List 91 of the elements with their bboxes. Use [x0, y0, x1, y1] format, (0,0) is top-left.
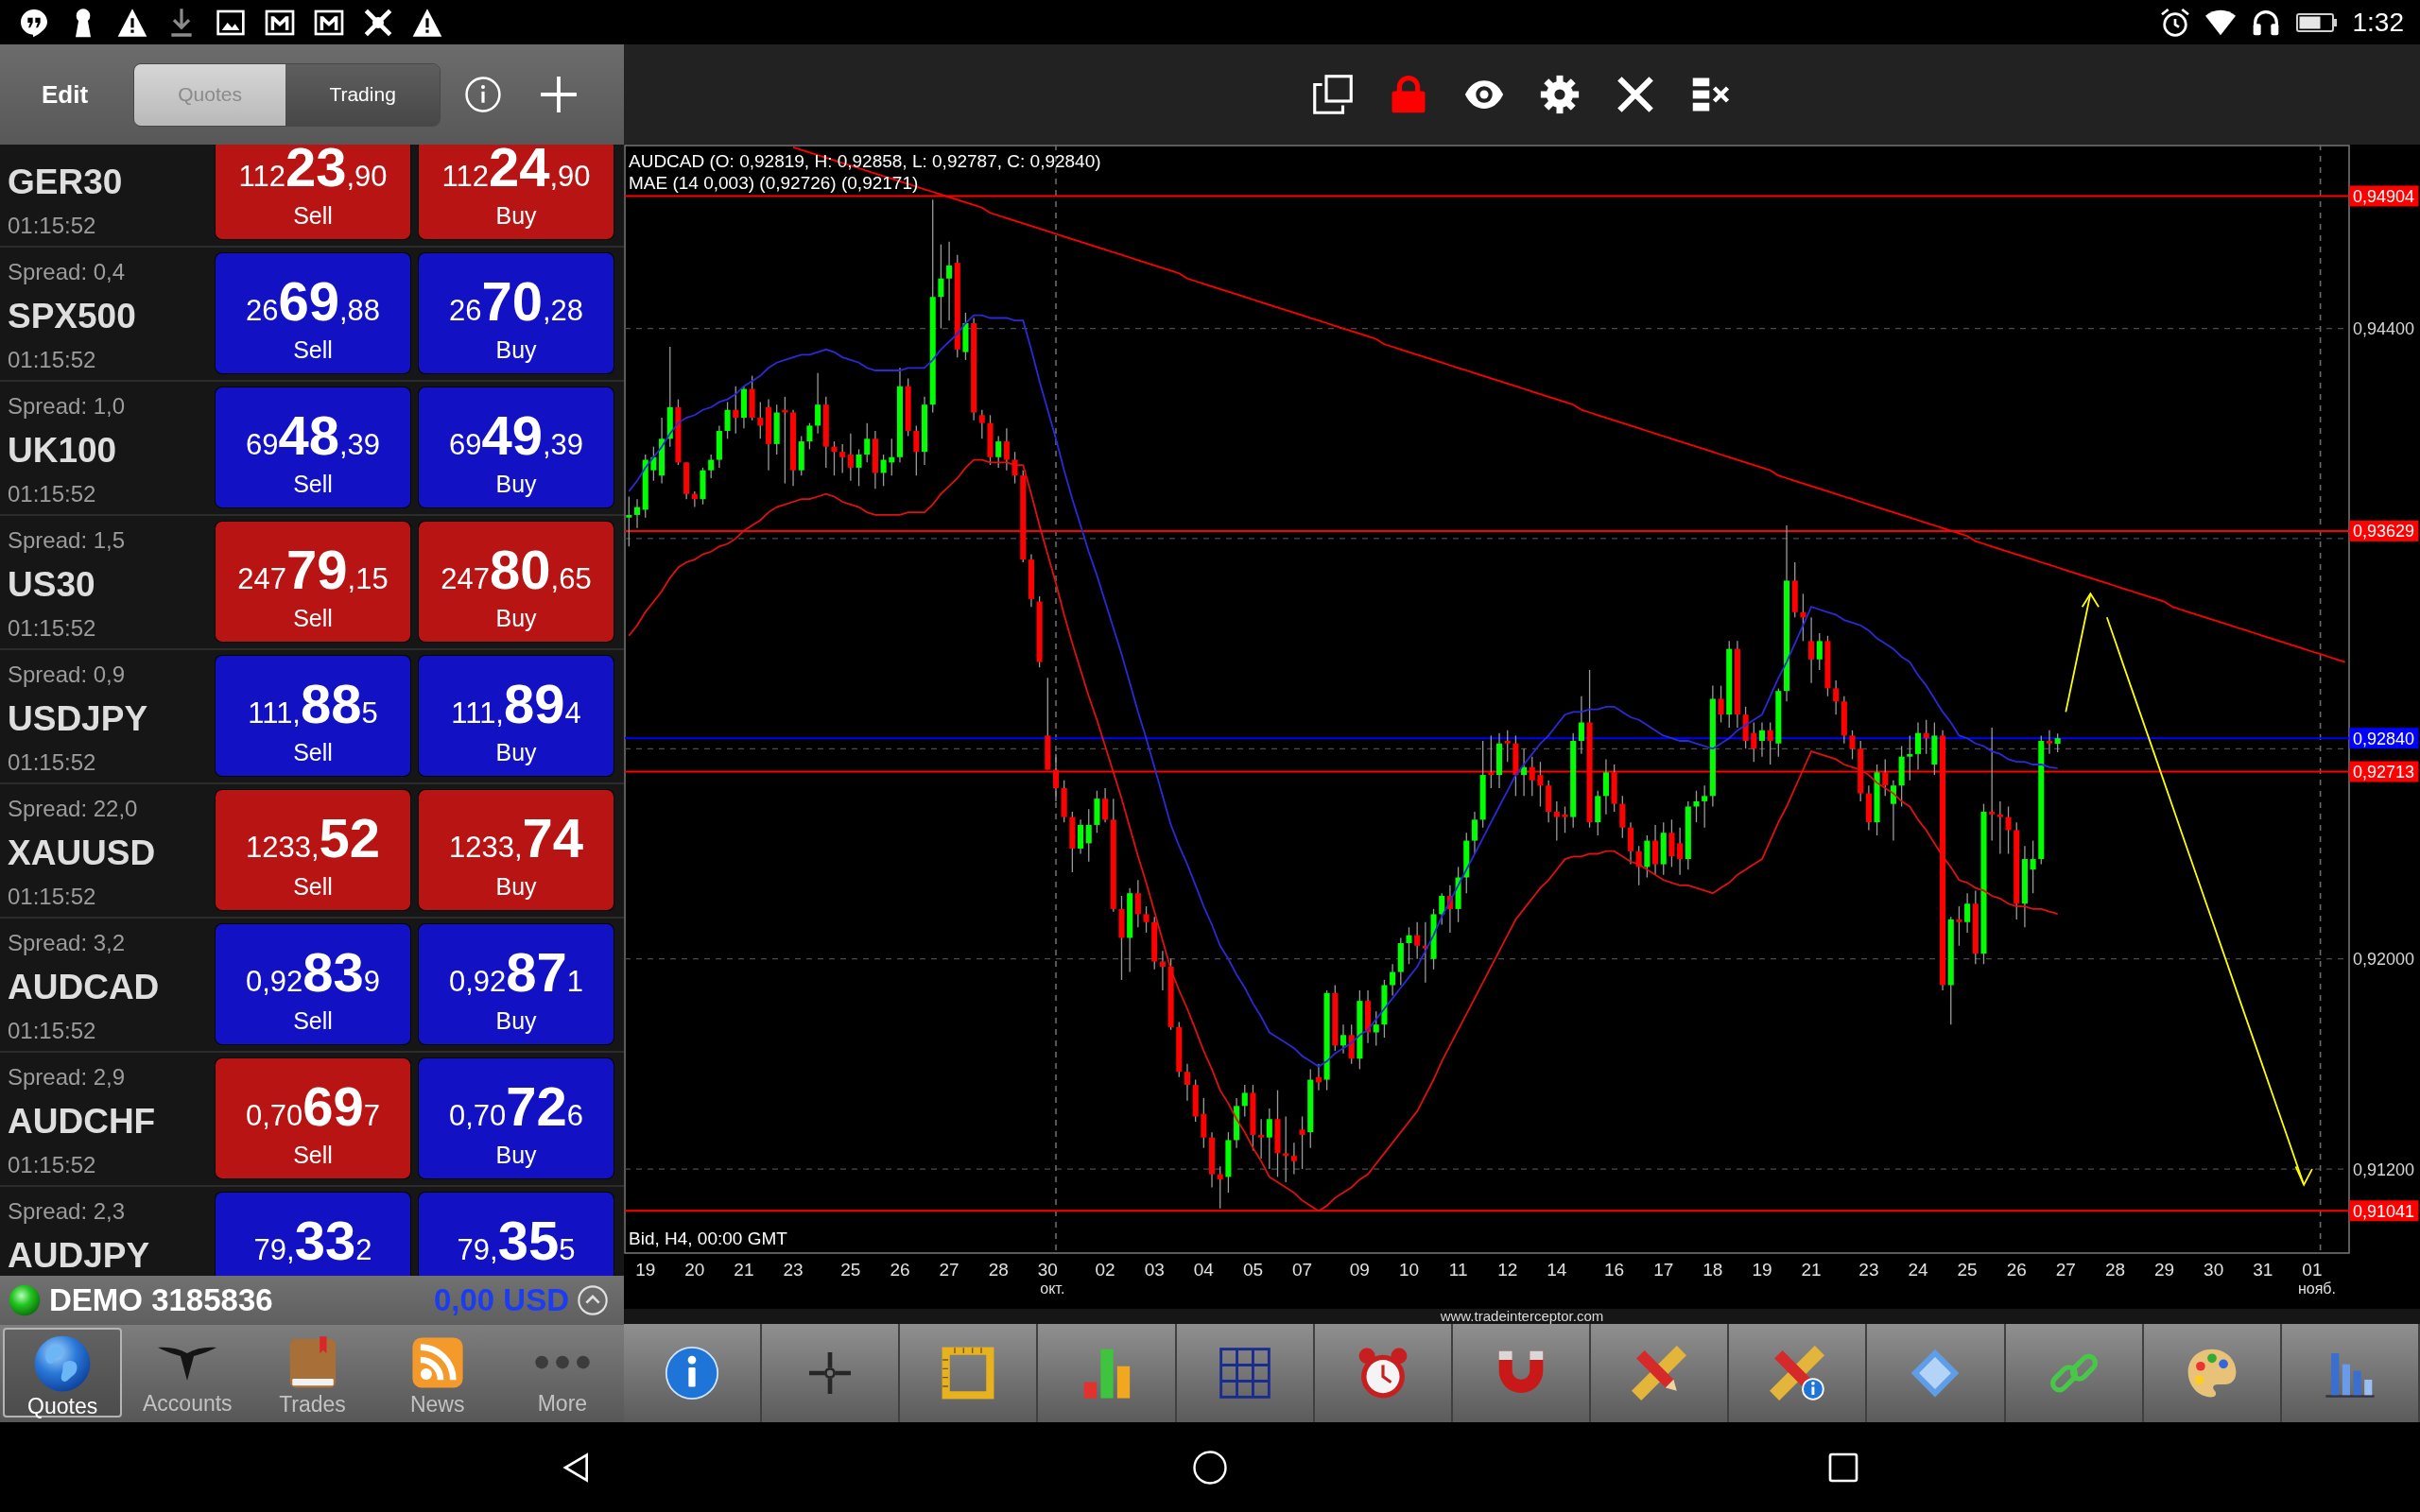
price-axis-label: 0,91200 [2353, 1160, 2415, 1179]
date-label: 28 [988, 1260, 1009, 1280]
sell-price: 2669,88 [245, 280, 381, 323]
date-label: 19 [1752, 1260, 1772, 1280]
date-label: 03 [1144, 1260, 1165, 1280]
quote-time: 01:15:52 [8, 883, 96, 911]
sell-price: 11223,90 [238, 146, 388, 189]
quote-time: 01:15:52 [8, 212, 96, 240]
date-label: 02 [1095, 1260, 1115, 1280]
price-label: 0,94904 [2349, 185, 2419, 207]
symbol-name: SPX500 [8, 298, 136, 335]
quote-time: 01:15:52 [8, 614, 96, 643]
price-label: 0,92840 [2349, 728, 2419, 749]
date-label: 01 нояб. [2297, 1260, 2336, 1297]
date-label: 04 [1193, 1260, 1214, 1280]
spread-text: Spread: 0,9 [8, 661, 126, 689]
date-label: 20 [684, 1260, 705, 1280]
date-label: 12 [1497, 1260, 1518, 1280]
symbol-name: GER30 [8, 163, 123, 201]
date-label: 25 [1957, 1260, 1978, 1280]
chart-footnote: Bid, H4, 00:00 GMT [629, 1228, 787, 1248]
symbol-name: US30 [8, 566, 95, 604]
price-axis-label: 0,92000 [2353, 950, 2415, 970]
price-label: 0,93629 [2349, 520, 2419, 541]
date-label: 25 [840, 1260, 861, 1280]
quote-time: 01:15:52 [8, 1151, 96, 1179]
date-label: 29 [2154, 1260, 2175, 1280]
spread-text: Spread: 2,3 [8, 1197, 126, 1226]
date-label: 27 [2055, 1260, 2076, 1280]
date-label: 26 [890, 1260, 910, 1280]
buy-price: 6949,39 [448, 414, 584, 457]
website-url: www.tradeinterceptor.com [1440, 1309, 1604, 1324]
date-label: 23 [783, 1260, 804, 1280]
symbol-name: UK100 [8, 432, 117, 470]
symbol-name: AUDCAD [8, 969, 160, 1006]
buy-price: 2670,28 [448, 280, 584, 323]
price-label: 0,92713 [2349, 761, 2419, 782]
buy-price: 79,355 [457, 1219, 576, 1263]
chart-title: AUDCAD (O: 0,92819, H: 0,92858, L: 0,92787, C: 0,92840) [629, 151, 1101, 171]
date-label: 21 [1801, 1260, 1822, 1280]
buy-price: 0,70726 [448, 1085, 584, 1128]
date-label: 17 [1653, 1260, 1674, 1280]
date-label: 05 [1242, 1260, 1264, 1280]
spread-text: Spread: 2,9 [8, 1063, 126, 1091]
date-label: 27 [939, 1260, 959, 1280]
date-label: 31 [2253, 1260, 2273, 1280]
date-label: 30 окт. [1037, 1260, 1065, 1297]
date-label: 28 [2104, 1260, 2126, 1280]
spread-text: Spread: 22,0 [8, 795, 138, 823]
account-balance: 0,00 USD [433, 1282, 569, 1318]
sell-price: 79,332 [253, 1219, 372, 1263]
sell-price: 0,92839 [245, 951, 381, 994]
buy-price: 111,894 [451, 682, 581, 726]
buy-price: 0,92871 [448, 951, 584, 994]
date-label: 11 [1448, 1260, 1468, 1280]
price-axis-label: 0,94400 [2353, 319, 2415, 339]
spread-text: Spread: 0,4 [8, 258, 126, 286]
spread-text: Spread: 1,0 [8, 392, 126, 421]
date-label: 16 [1604, 1260, 1625, 1280]
date-label: 14 [1547, 1260, 1567, 1280]
sell-price: 24779,15 [237, 548, 389, 592]
price-label: 0,91041 [2349, 1200, 2419, 1222]
symbol-name: USDJPY [8, 700, 148, 738]
date-label: 07 [1292, 1260, 1313, 1280]
quote-time: 01:15:52 [8, 480, 96, 508]
buy-price: 1233,74 [448, 816, 584, 860]
buy-price: 24780,65 [441, 548, 592, 592]
quote-time: 01:15:52 [8, 346, 96, 374]
buy-price: 11224,90 [441, 146, 591, 189]
quote-time: 01:15:52 [8, 748, 96, 777]
sell-price: 1233,52 [245, 816, 381, 860]
date-label: 30 [2204, 1260, 2224, 1280]
spread-text: Spread: 3,2 [8, 929, 126, 957]
sell-price: 0,70697 [245, 1085, 381, 1128]
account-name: DEMO 3185836 [49, 1282, 273, 1318]
date-label: 21 [734, 1260, 754, 1280]
date-label: 19 [635, 1260, 656, 1280]
quote-time: 01:15:52 [8, 1017, 96, 1045]
sell-price: 6948,39 [245, 414, 381, 457]
date-label: 26 [2006, 1260, 2027, 1280]
date-label: 23 [1858, 1260, 1879, 1280]
symbol-name: AUDJPY [8, 1237, 150, 1275]
symbol-name: XAUUSD [8, 834, 156, 872]
spread-text: Spread: 1,5 [8, 526, 126, 555]
symbol-name: AUDCHF [8, 1103, 156, 1141]
sell-price: 111,885 [248, 682, 378, 726]
date-label: 24 [1908, 1260, 1928, 1280]
clock: 1:32 [2352, 7, 2404, 38]
date-label: 10 [1398, 1260, 1420, 1280]
date-label: 18 [1703, 1260, 1723, 1280]
date-label: 09 [1349, 1260, 1370, 1280]
